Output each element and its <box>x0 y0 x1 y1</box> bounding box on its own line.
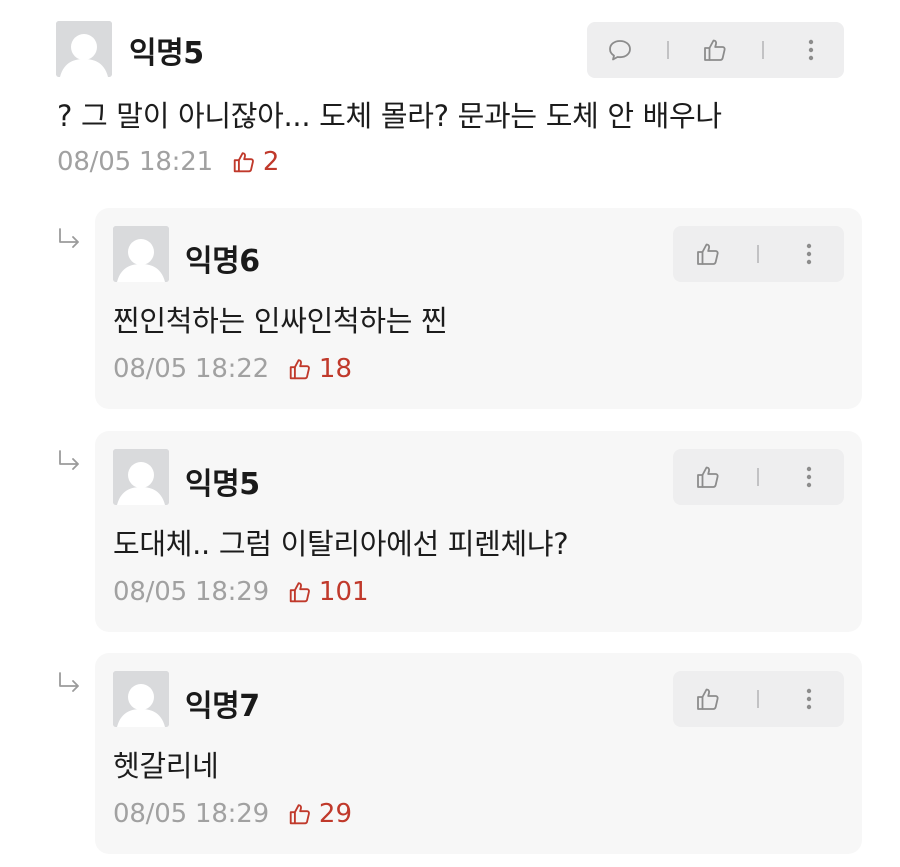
thumbs-up-icon[interactable] <box>688 234 728 274</box>
comment-author[interactable]: 익명5 <box>129 28 204 72</box>
thumbs-up-icon[interactable] <box>688 679 728 719</box>
reply-item: 익명7 헷갈리네 08/05 18:29 29 <box>95 653 862 854</box>
comment-timestamp: 08/05 18:29 <box>113 799 269 829</box>
reply-arrow-icon <box>59 450 79 470</box>
reply-arrow-icon <box>59 228 79 248</box>
comment-text: 도대체.. 그럼 이탈리아에선 피렌체냐? <box>113 527 569 561</box>
like-count: 18 <box>318 354 353 384</box>
thumbs-up-icon[interactable] <box>695 30 735 70</box>
action-divider <box>762 41 765 59</box>
like-count: 2 <box>262 147 280 177</box>
like-count-badge: 2 <box>231 147 280 177</box>
more-vertical-icon[interactable] <box>791 30 831 70</box>
more-vertical-icon[interactable] <box>789 679 829 719</box>
like-count: 101 <box>318 577 369 607</box>
thumbs-up-icon[interactable] <box>688 457 728 497</box>
comment-text: 찐인척하는 인싸인척하는 찐 <box>113 304 448 338</box>
default-avatar-icon <box>56 21 112 77</box>
comment-action-bar <box>587 22 844 78</box>
comment-author[interactable]: 익명7 <box>185 681 260 725</box>
avatar <box>113 671 169 727</box>
thumbs-up-icon <box>289 582 310 603</box>
avatar <box>113 226 169 282</box>
comment-author[interactable]: 익명5 <box>185 459 260 503</box>
comment-text: 헷갈리네 <box>113 749 219 783</box>
action-divider <box>757 468 760 486</box>
thumbs-up-icon <box>233 152 254 173</box>
comment-meta: 08/05 18:22 18 <box>113 354 352 384</box>
reply-item: 익명6 찐인척하는 인싸인척하는 찐 08/05 18:22 18 <box>95 208 862 409</box>
like-count-badge: 101 <box>287 577 369 607</box>
comment-timestamp: 08/05 18:21 <box>57 147 213 177</box>
avatar <box>56 21 112 77</box>
comment-timestamp: 08/05 18:29 <box>113 577 269 607</box>
comment-timestamp: 08/05 18:22 <box>113 354 269 384</box>
comment-action-bar <box>673 449 844 505</box>
comment-author[interactable]: 익명6 <box>185 236 260 280</box>
action-divider <box>757 245 760 263</box>
comment-meta: 08/05 18:29 101 <box>113 577 369 607</box>
avatar <box>113 449 169 505</box>
reply-arrow-icon <box>59 672 79 692</box>
comment-action-bar <box>673 226 844 282</box>
more-vertical-icon[interactable] <box>789 234 829 274</box>
comment-action-bar <box>673 671 844 727</box>
comment-item: 익명5 ? 그 말이 아니잖아... 도체 몰라? 문과는 도체 안 배우나 0… <box>0 0 900 200</box>
more-vertical-icon[interactable] <box>789 457 829 497</box>
comment-meta: 08/05 18:21 2 <box>57 147 279 177</box>
reply-item: 익명5 도대체.. 그럼 이탈리아에선 피렌체냐? 08/05 18:29 10… <box>95 431 862 632</box>
action-divider <box>757 690 760 708</box>
like-count-badge: 18 <box>287 354 352 384</box>
comment-text: ? 그 말이 아니잖아... 도체 몰라? 문과는 도체 안 배우나 <box>57 99 722 133</box>
default-avatar-icon <box>113 226 169 282</box>
action-divider <box>666 41 669 59</box>
thumbs-up-icon <box>289 804 310 825</box>
default-avatar-icon <box>113 449 169 505</box>
like-count-badge: 29 <box>287 799 352 829</box>
like-count: 29 <box>318 799 353 829</box>
reply-icon[interactable] <box>600 30 640 70</box>
comment-meta: 08/05 18:29 29 <box>113 799 352 829</box>
thumbs-up-icon <box>289 359 310 380</box>
default-avatar-icon <box>113 671 169 727</box>
